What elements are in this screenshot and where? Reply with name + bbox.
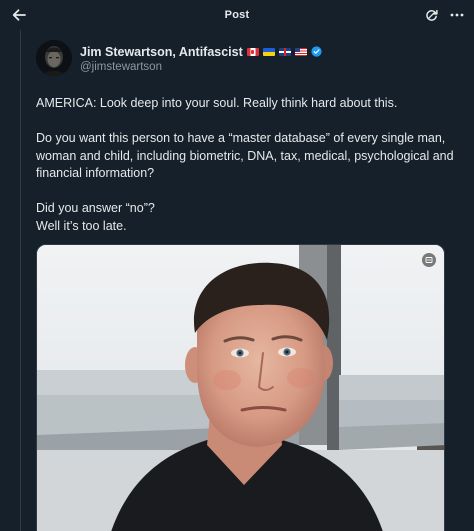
- author-row: Jim Stewartson, Antifascist @jimstewarts…: [36, 40, 322, 76]
- post-text: AMERICA: Look deep into your soul. Reall…: [36, 95, 466, 235]
- canada-flag-icon: [246, 47, 259, 56]
- refresh-icon: [425, 9, 438, 21]
- us-flag-icon: [294, 47, 307, 56]
- media-settings-button[interactable]: [422, 253, 436, 267]
- more-button[interactable]: [446, 4, 468, 26]
- post-video[interactable]: [36, 244, 445, 531]
- post-paragraph-1: AMERICA: Look deep into your soul. Reall…: [36, 96, 398, 110]
- page-title: Post: [224, 9, 250, 21]
- ukraine-flag-icon: [262, 47, 275, 56]
- author-display-name[interactable]: Jim Stewartson, Antifascist: [80, 45, 243, 59]
- post-line-question: Did you answer “no”?: [36, 201, 155, 215]
- refresh-button[interactable]: [420, 4, 442, 26]
- media-settings-icon: [425, 257, 433, 263]
- uk-flag-icon: [278, 47, 291, 56]
- top-bar: Post: [0, 0, 474, 30]
- verified-badge-icon: [311, 46, 322, 57]
- more-icon: [450, 13, 464, 17]
- author-handle[interactable]: @jimstewartson: [80, 61, 322, 73]
- post-paragraph-2: Do you want this person to have a “maste…: [36, 131, 454, 180]
- post-line-answer: Well it’s too late.: [36, 218, 127, 233]
- arrow-left-icon: [12, 9, 26, 21]
- video-frame-image: [37, 245, 444, 531]
- author-info: Jim Stewartson, Antifascist @jimstewarts…: [80, 44, 322, 73]
- name-line: Jim Stewartson, Antifascist: [80, 44, 322, 60]
- post-card: Jim Stewartson, Antifascist @jimstewarts…: [20, 30, 474, 531]
- post-screen: Post Jim Stewartson, Antifascist @jimste…: [0, 0, 474, 531]
- back-button[interactable]: [8, 4, 30, 26]
- avatar[interactable]: [36, 40, 72, 76]
- post-paragraph-3: Did you answer “no”? Well it’s too late.: [36, 200, 466, 235]
